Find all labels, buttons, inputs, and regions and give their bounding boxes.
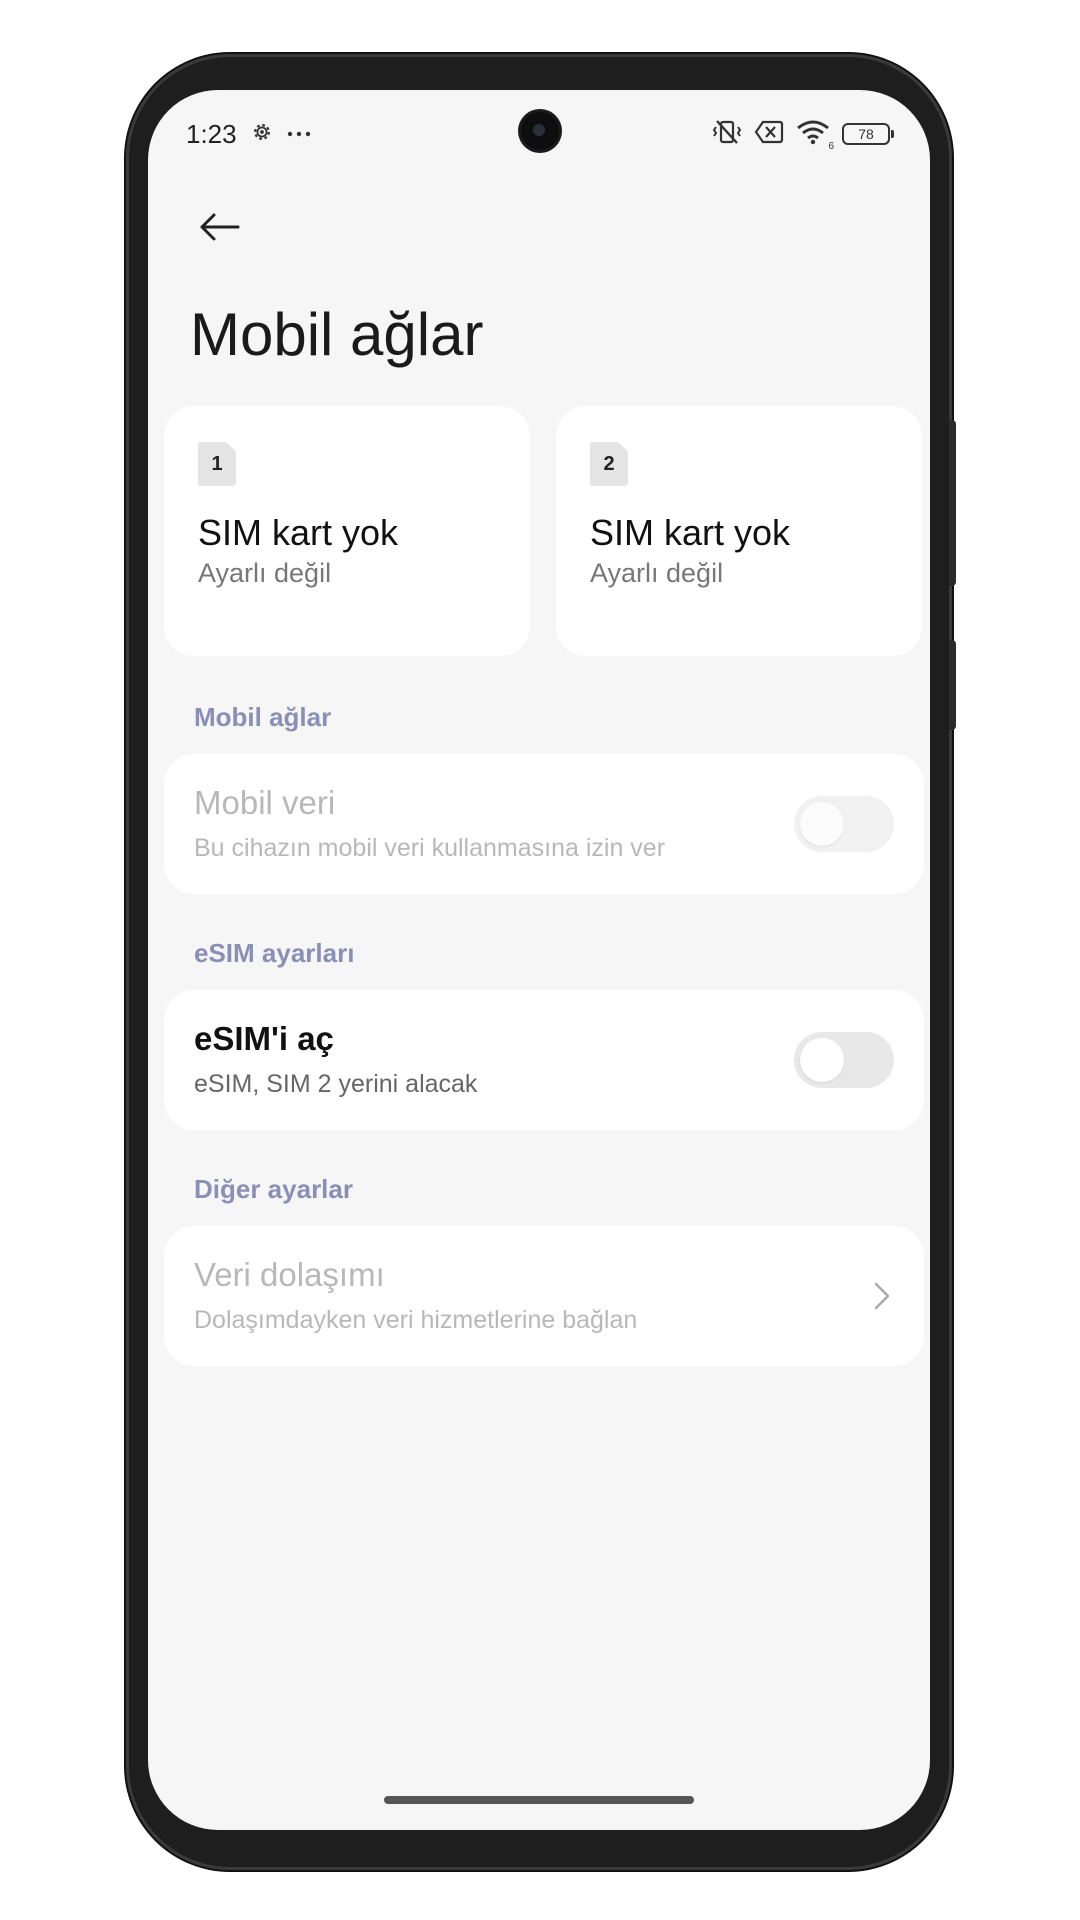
- esim-toggle[interactable]: [794, 1032, 894, 1088]
- sim-title: SIM kart yok: [198, 512, 399, 553]
- wifi-badge: 6: [828, 140, 834, 152]
- back-button[interactable]: [190, 202, 250, 252]
- sim-card-1[interactable]: 1 SIM kart yok Ayarlı değil: [164, 406, 530, 656]
- row-subtitle: eSIM, SIM 2 yerini alacak: [194, 1070, 478, 1098]
- sim-card-2[interactable]: 2 SIM kart yok Ayarlı değil: [556, 406, 922, 656]
- battery-indicator: 78: [842, 123, 894, 145]
- enable-esim-row[interactable]: eSIM'i aç eSIM, SIM 2 yerini alacak: [164, 990, 924, 1130]
- sim-slot-icon: 2: [590, 442, 628, 486]
- section-header-other: Diğer ayarlar: [194, 1174, 353, 1204]
- more-dots-icon: [287, 125, 311, 143]
- toggle-knob: [800, 802, 844, 846]
- gear-icon: [251, 121, 273, 148]
- mobile-data-toggle[interactable]: [794, 796, 894, 852]
- row-title: Mobil veri: [194, 784, 336, 821]
- row-subtitle: Bu cihazın mobil veri kullanmasına izin …: [194, 834, 666, 862]
- status-left: 1:23: [186, 119, 311, 150]
- status-right: 6 78: [712, 119, 894, 152]
- vibrate-off-icon: [712, 119, 742, 150]
- sim-subtitle: Ayarlı değil: [590, 558, 724, 588]
- status-bar: 1:23 6 78: [186, 114, 894, 154]
- toggle-knob: [800, 1038, 844, 1082]
- power-button: [949, 640, 956, 730]
- row-subtitle: Dolaşımdayken veri hizmetlerine bağlan: [194, 1306, 638, 1334]
- section-header-mobile-networks: Mobil ağlar: [194, 702, 332, 732]
- arrow-left-icon: [200, 213, 240, 241]
- wifi-icon: 6: [796, 119, 834, 152]
- mobile-data-row[interactable]: Mobil veri Bu cihazın mobil veri kullanm…: [164, 754, 924, 894]
- status-time: 1:23: [186, 118, 237, 149]
- chevron-right-icon: [874, 1282, 890, 1310]
- sim-title: SIM kart yok: [590, 512, 791, 553]
- page-title: Mobil ağlar: [190, 301, 484, 368]
- row-title: Veri dolaşımı: [194, 1256, 385, 1293]
- row-title: eSIM'i aç: [194, 1020, 334, 1057]
- volume-button: [949, 420, 956, 586]
- data-roaming-row[interactable]: Veri dolaşımı Dolaşımdayken veri hizmetl…: [164, 1226, 924, 1366]
- section-header-esim: eSIM ayarları: [194, 938, 355, 968]
- screen: 1:23 6 78 Mobil ağlar 1 SIM kart yok Aya…: [148, 90, 930, 1830]
- no-sim-icon: [754, 120, 784, 149]
- home-indicator[interactable]: [384, 1796, 694, 1804]
- sim-slot-icon: 1: [198, 442, 236, 486]
- sim-subtitle: Ayarlı değil: [198, 558, 332, 588]
